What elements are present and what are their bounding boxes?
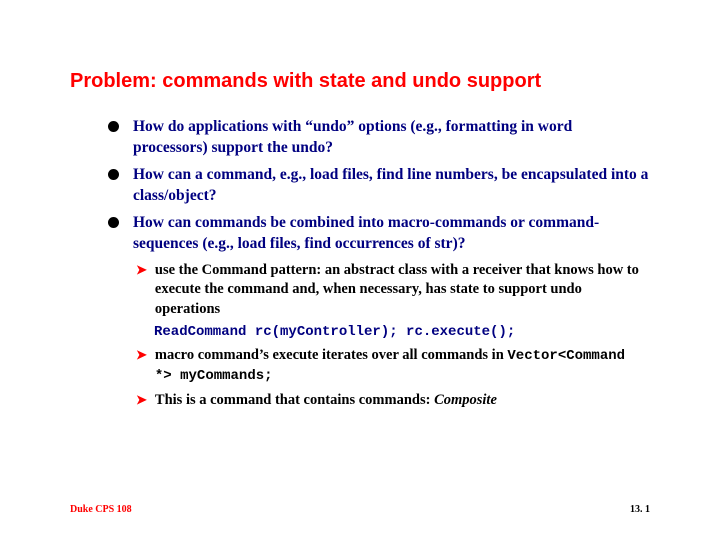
sub-bullet-3: ➤ This is a command that contains comman…: [136, 391, 650, 411]
footer-left: Duke CPS 108: [70, 504, 132, 515]
bullet-text: How can commands be combined into macro-…: [133, 213, 650, 255]
bullet-list: How do applications with “undo” options …: [70, 117, 650, 255]
sub-bullet-1: ➤ use the Command pattern: an abstract c…: [136, 261, 650, 320]
bullet-2: How can a command, e.g., load files, fin…: [108, 165, 650, 207]
sub-list: ➤ use the Command pattern: an abstract c…: [70, 261, 650, 320]
footer-right: 13. 1: [630, 504, 650, 515]
sub3-label: This is a command that contains commands…: [155, 392, 434, 408]
sub-bullet-2: ➤ macro command’s execute iterates over …: [136, 346, 650, 386]
bullet-text: How do applications with “undo” options …: [133, 117, 650, 159]
composite-term: Composite: [434, 392, 497, 408]
sub-text: macro command’s execute iterates over al…: [155, 346, 650, 386]
bullet-icon: [108, 169, 119, 180]
bullet-icon: [108, 121, 119, 132]
bullet-3: How can commands be combined into macro-…: [108, 213, 650, 255]
bullet-1: How do applications with “undo” options …: [108, 117, 650, 159]
slide-title: Problem: commands with state and undo su…: [70, 70, 650, 93]
slide: Problem: commands with state and undo su…: [0, 0, 720, 557]
arrow-icon: ➤: [136, 262, 147, 278]
sub2-label: macro command’s execute iterates over al…: [155, 347, 504, 363]
sub-list-2: ➤ macro command’s execute iterates over …: [70, 346, 650, 410]
arrow-icon: ➤: [136, 392, 147, 408]
code-line-1: ReadCommand rc(myController); rc.execute…: [70, 324, 650, 340]
sub-text: use the Command pattern: an abstract cla…: [155, 261, 650, 320]
sub-text: This is a command that contains commands…: [155, 391, 497, 411]
footer: Duke CPS 108 13. 1: [70, 504, 650, 515]
bullet-icon: [108, 217, 119, 228]
arrow-icon: ➤: [136, 347, 147, 363]
bullet-text: How can a command, e.g., load files, fin…: [133, 165, 650, 207]
